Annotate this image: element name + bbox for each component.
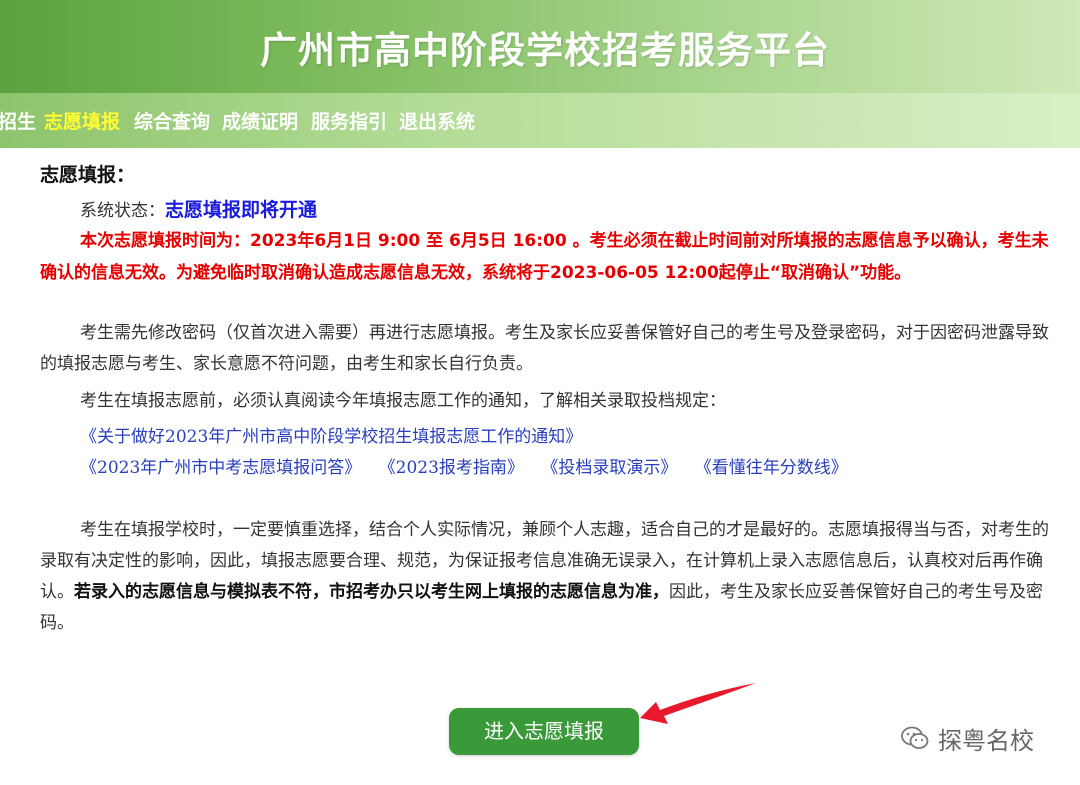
nav-item-guide[interactable]: 服务指引	[311, 107, 387, 134]
status-value: 志愿填报即将开通	[165, 199, 318, 221]
link-faq[interactable]: 《2023年广州市中考志愿填报问答》	[80, 458, 361, 478]
guide-links-row: 《2023年广州市中考志愿填报问答》 《2023报考指南》 《投档录取演示》 《…	[80, 453, 860, 478]
system-status: 系统状态：志愿填报即将开通	[80, 195, 317, 222]
header-banner: 广州市高中阶段学校招考服务平台	[0, 0, 1080, 93]
password-paragraph: 考生需先修改密码（仅首次进入需要）再进行志愿填报。考生及家长应妥善保管好自己的考…	[40, 323, 1049, 374]
selection-warning: 若录入的志愿信息与模拟表不符，市招考办只以考生网上填报的志愿信息为准，	[74, 582, 669, 602]
status-label: 系统状态：	[80, 201, 165, 221]
watermark: 探粤名校	[900, 718, 1034, 758]
reading-paragraph: 考生在填报志愿前，必须认真阅读今年填报志愿工作的通知，了解相关录取投档规定：	[80, 391, 726, 411]
nav-item-query[interactable]: 综合查询	[134, 107, 210, 134]
wechat-icon	[901, 726, 929, 749]
enter-application-button[interactable]: 进入志愿填报	[449, 708, 639, 755]
nav-item-certificate[interactable]: 成绩证明	[222, 107, 298, 134]
link-notice-2023[interactable]: 《关于做好2023年广州市高中阶段学校招生填报志愿工作的通知》	[80, 427, 582, 447]
site-title: 广州市高中阶段学校招考服务平台	[260, 29, 830, 72]
main-nav: 招生 志愿填报 综合查询 成绩证明 服务指引 退出系统	[0, 93, 1080, 148]
deadline-notice: 本次志愿填报时间为：2023年6月1日 9:00 至 6月5日 16:00 。考…	[40, 231, 1049, 283]
section-title: 志愿填报：	[40, 164, 136, 186]
nav-item-logout[interactable]: 退出系统	[399, 107, 475, 134]
nav-item-admission[interactable]: 招生	[0, 107, 36, 134]
notice-links-row: 《关于做好2023年广州市高中阶段学校招生填报志愿工作的通知》	[80, 422, 594, 447]
selection-paragraph: 考生在填报学校时，一定要慎重选择，结合个人实际情况，兼顾个人志趣，适合自己的才是…	[40, 515, 1050, 639]
link-scores[interactable]: 《看懂往年分数线》	[695, 458, 848, 478]
pointer-arrow-icon	[640, 683, 756, 724]
link-demo[interactable]: 《投档录取演示》	[541, 458, 677, 478]
link-guide[interactable]: 《2023报考指南》	[379, 458, 524, 478]
nav-item-application[interactable]: 志愿填报	[44, 107, 120, 134]
watermark-text: 探粤名校	[938, 726, 1034, 755]
